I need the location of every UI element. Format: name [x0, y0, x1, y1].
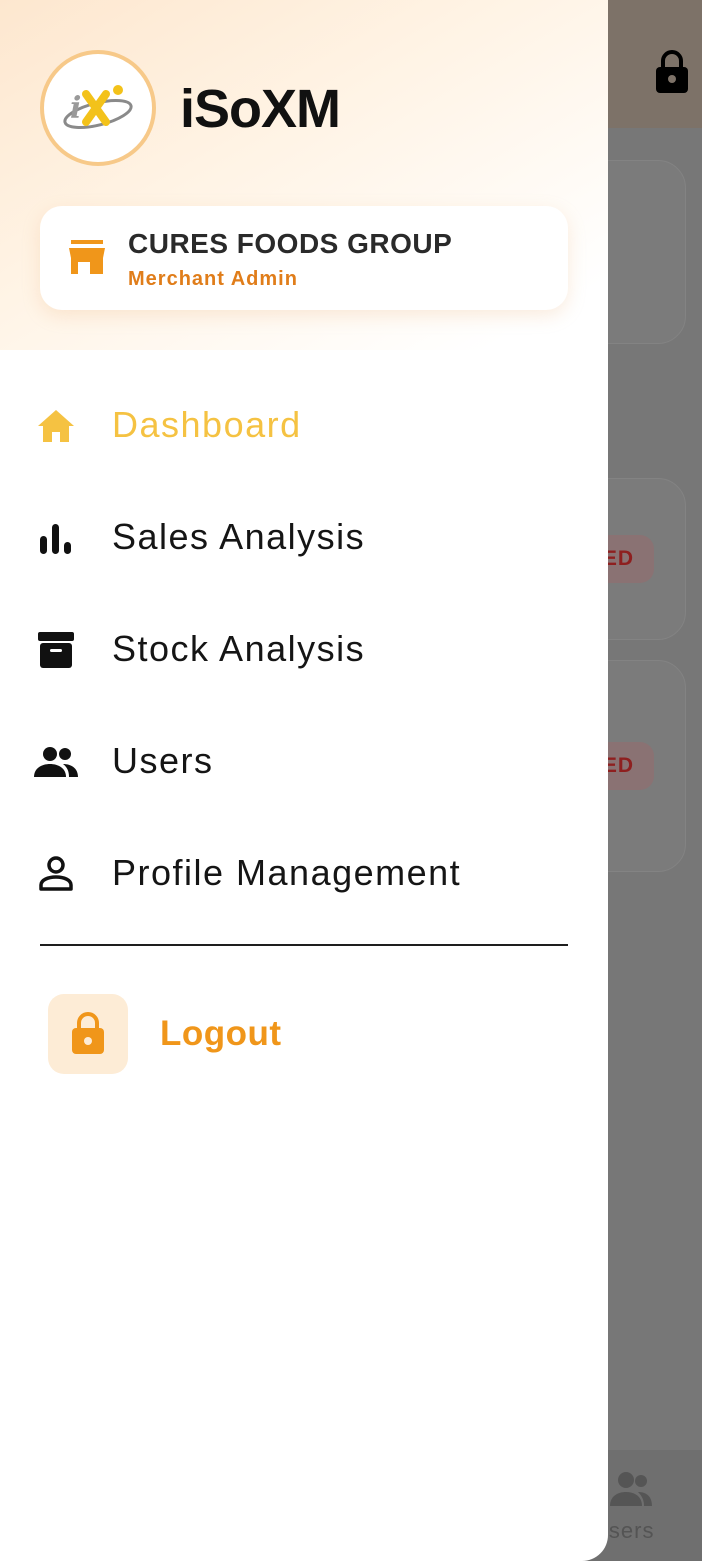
home-icon: [38, 410, 74, 442]
menu-item-profile-management[interactable]: Profile Management: [0, 826, 608, 922]
bar-chart-icon: [40, 524, 71, 554]
menu-divider: [40, 944, 568, 946]
merchant-role: Merchant Admin: [128, 268, 298, 290]
svg-text:i: i: [70, 91, 81, 126]
users-icon: [34, 747, 78, 777]
app-title: iSoXM: [180, 79, 341, 139]
archive-box-icon: [38, 632, 74, 668]
menu-item-users[interactable]: Users: [0, 714, 608, 810]
logout-label: Logout: [160, 1014, 282, 1053]
menu-item-label: Stock Analysis: [112, 628, 366, 669]
lock-icon: [72, 1012, 104, 1054]
store-icon: [69, 240, 105, 274]
app-logo: i: [40, 50, 156, 166]
menu-item-sales-analysis[interactable]: Sales Analysis: [0, 490, 608, 586]
users-icon[interactable]: [608, 1470, 654, 1510]
person-icon: [39, 856, 73, 891]
drawer-header: i iSoXM CURES FOODS GROUP Merchant Admin: [0, 0, 608, 350]
logout-icon-container: [48, 994, 128, 1074]
merchant-card: CURES FOODS GROUP Merchant Admin: [40, 206, 568, 310]
menu-item-label: Profile Management: [112, 852, 462, 893]
merchant-name: CURES FOODS GROUP: [128, 228, 453, 259]
menu-item-stock-analysis[interactable]: Stock Analysis: [0, 602, 608, 698]
menu-item-label: Dashboard: [112, 404, 302, 445]
navigation-drawer: i iSoXM CURES FOODS GROUP Merchant Admin…: [0, 0, 608, 1561]
menu-item-label: Users: [112, 740, 214, 781]
logout-button[interactable]: Logout: [48, 994, 448, 1074]
menu-item-dashboard[interactable]: Dashboard: [0, 378, 608, 474]
lock-icon[interactable]: [654, 48, 690, 94]
ix-logo-icon: i: [63, 85, 133, 129]
menu-item-label: Sales Analysis: [112, 516, 366, 557]
